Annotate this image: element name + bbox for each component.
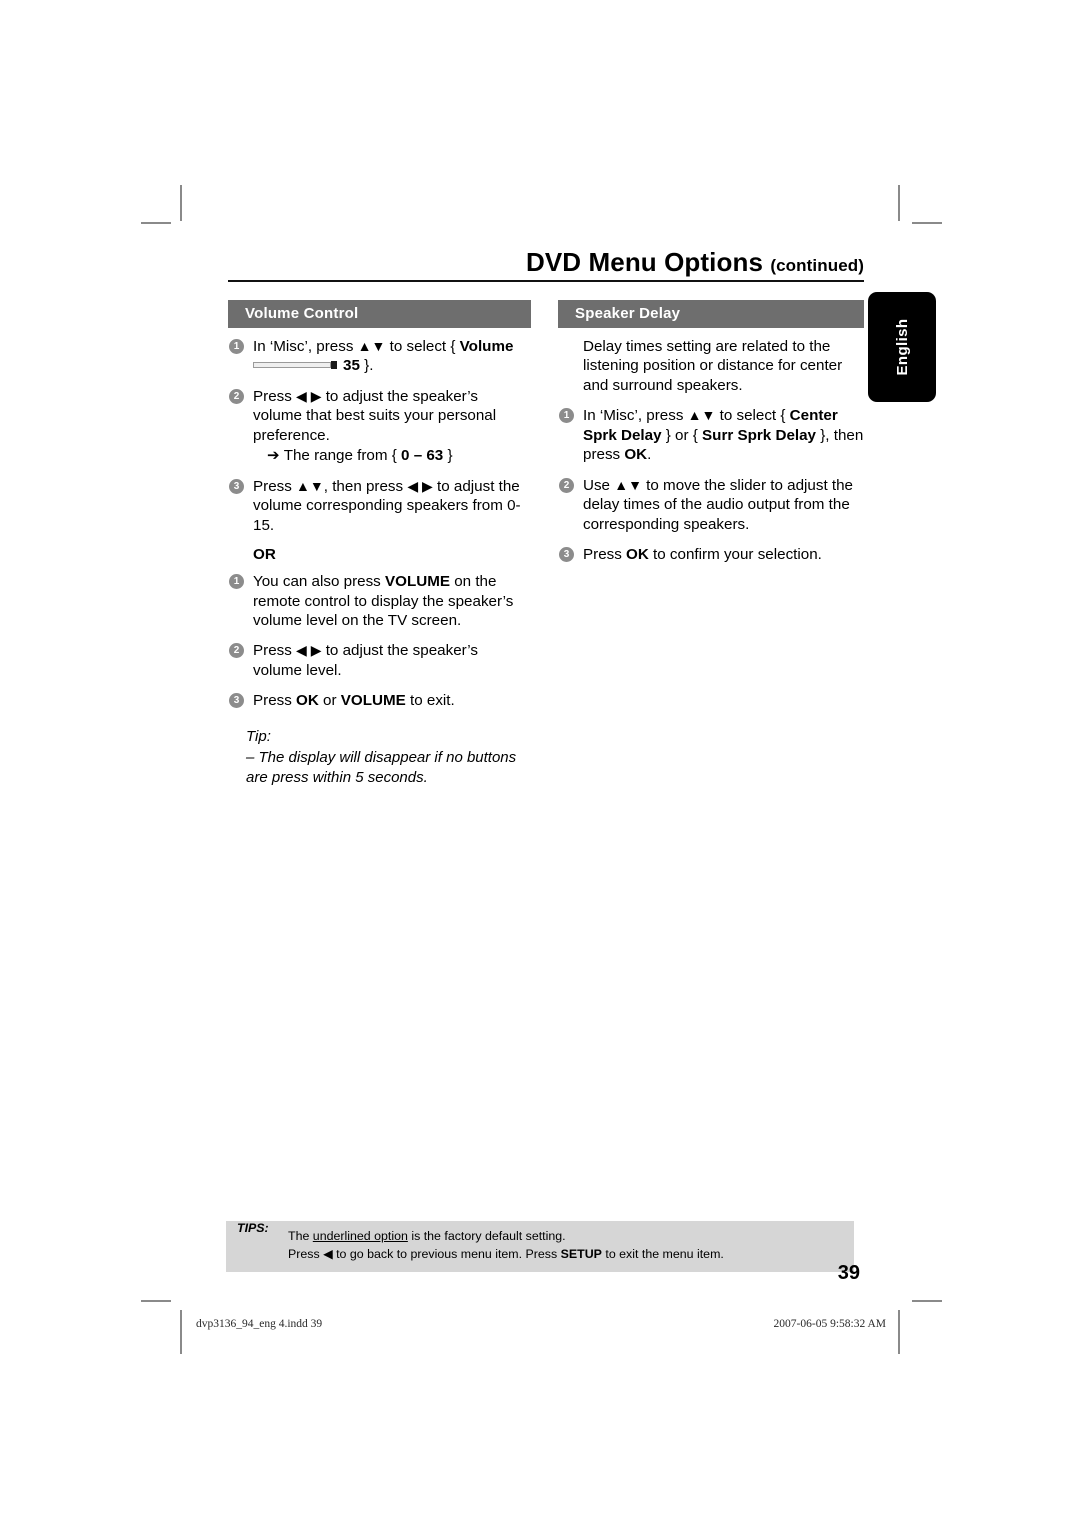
speaker-delay-intro: Delay times setting are related to the l… <box>583 338 843 394</box>
step-text: In ‘Misc’, press <box>253 338 358 355</box>
sub-note-text: The range from { <box>283 447 402 465</box>
crop-mark-bottom-left-horizontal <box>141 1300 171 1302</box>
volume-slider-track <box>253 361 331 368</box>
language-side-tab: English <box>868 292 936 402</box>
step-bold-volume-key: VOLUME <box>385 573 450 591</box>
tips-line-2-text: Press <box>288 1246 324 1261</box>
step-text: Press <box>583 546 627 564</box>
left-right-arrow-icon: ◀ ▶ <box>296 387 322 404</box>
crop-mark-top-right-horizontal <box>912 222 942 224</box>
crop-mark-bottom-right-horizontal <box>912 1300 942 1302</box>
left-right-arrow-icon: ◀ ▶ <box>407 477 433 494</box>
tips-bold-setup-key: SETUP <box>560 1246 602 1261</box>
crop-mark-top-left-horizontal <box>141 222 171 224</box>
list-item: 2 Press ◀ ▶ to adjust the speaker’s volum… <box>228 387 531 466</box>
up-down-arrow-icon: ▲▼ <box>357 338 386 354</box>
tip-block: Tip: – The display will disappear if no … <box>228 727 531 788</box>
tips-line-1: The underlined option is the factory def… <box>226 1228 854 1246</box>
column-right: Speaker Delay Delay times setting are re… <box>558 300 864 576</box>
volume-value: 35 <box>343 357 360 375</box>
step-text: Use <box>583 476 615 494</box>
step-text: You can also press <box>253 573 385 591</box>
tips-line-1-text-end: is the factory default setting. <box>407 1229 566 1243</box>
step-bold-ok-key: OK <box>626 546 649 564</box>
list-item: 2 Press ◀ ▶ to adjust the speaker’s volum… <box>228 641 531 680</box>
step-bold-ok-key: OK <box>624 446 648 464</box>
step-number: 3 <box>229 693 244 709</box>
left-right-arrow-icon: ◀ ▶ <box>296 642 322 659</box>
document-footer: dvp3136_94_eng 4.indd 39 2007-06-05 9:58… <box>196 1318 886 1330</box>
tip-label: Tip: <box>246 727 271 745</box>
list-item: 1 You can also press VOLUME on the remote… <box>228 572 531 630</box>
tips-underlined-option: underlined option <box>312 1229 408 1243</box>
step-text: Press <box>253 477 297 495</box>
step-number: 3 <box>229 478 244 494</box>
step-text-end: . <box>647 446 652 464</box>
step-text: Press <box>253 692 297 710</box>
page-title-main: DVD Menu Options <box>525 247 764 277</box>
sub-note-text-end: } <box>443 447 453 465</box>
step-text: Press <box>253 387 297 405</box>
list-item: 3 Press OK or VOLUME to exit. <box>228 691 531 710</box>
document-timestamp: 2007-06-05 9:58:32 AM <box>773 1318 886 1330</box>
header-rule <box>228 279 864 282</box>
page-title: DVD Menu Options (continued) <box>228 248 864 280</box>
crop-mark-top-left-vertical <box>180 185 182 221</box>
page-header: DVD Menu Options (continued) <box>228 248 864 282</box>
up-down-arrow-icon: ▲▼ <box>296 477 324 494</box>
column-left: Volume Control 1 In ‘Misc’, press ▲▼ to s… <box>228 300 531 787</box>
step-number: 2 <box>229 388 244 404</box>
step-text: In ‘Misc’, press <box>583 407 688 425</box>
step-text-cont: to select { <box>715 407 790 425</box>
crop-mark-bottom-left-vertical <box>180 1310 182 1354</box>
range-value: 0 – 63 <box>401 447 444 465</box>
step-text-end: }. <box>359 357 374 375</box>
step-number: 1 <box>559 408 574 424</box>
step-text-mid: or <box>318 692 341 710</box>
list-item: 3 Press OK to confirm your selection. <box>558 545 864 564</box>
or-divider-label: OR <box>253 546 276 564</box>
step-bold-ok-key: OK <box>296 692 319 710</box>
step-bold-volume-key: VOLUME <box>340 692 406 710</box>
step-number: 2 <box>229 643 244 659</box>
tips-line-2: Press ◀ to go back to previous menu item… <box>226 1246 854 1264</box>
step-bold-volume: Volume <box>459 338 514 355</box>
tips-footer-box: TIPS: The underlined option is the facto… <box>226 1221 854 1272</box>
option-surr-sprk-delay: Surr Sprk Delay <box>702 426 817 444</box>
page-number: 39 <box>837 1262 860 1284</box>
up-down-arrow-icon: ▲▼ <box>614 476 642 493</box>
list-item: 3 Press ▲▼, then press ◀ ▶ to adjust the … <box>228 477 531 535</box>
list-item: 1 In ‘Misc’, press ▲▼ to select { Center … <box>558 406 864 464</box>
tips-line-2-text-mid: to go back to previous menu item. Press <box>332 1246 561 1261</box>
step-number: 1 <box>229 574 244 590</box>
step-number: 2 <box>559 477 574 493</box>
list-item: 1 In ‘Misc’, press ▲▼ to select { Volume … <box>228 337 531 376</box>
step-text-cont: to select { <box>385 338 460 355</box>
step-number: 3 <box>559 547 574 563</box>
tips-line-2-text-end: to exit the menu item. <box>601 1246 724 1261</box>
sub-note: ➔ The range from { 0 – 63 } <box>253 446 531 465</box>
crop-mark-bottom-right-vertical <box>898 1310 900 1354</box>
list-item: 2 Use ▲▼ to move the slider to adjust the… <box>558 476 864 534</box>
page-title-continued: (continued) <box>770 256 864 275</box>
tip-text: – The display will disappear if no butto… <box>246 749 517 786</box>
volume-slider-knob <box>331 360 337 369</box>
step-text-mid: } or { <box>661 426 703 444</box>
step-number: 1 <box>229 339 244 354</box>
document-filename: dvp3136_94_eng 4.indd 39 <box>196 1318 323 1330</box>
step-text-end: to exit. <box>405 692 455 710</box>
step-text-end: to confirm your selection. <box>648 546 822 564</box>
up-down-arrow-icon: ▲▼ <box>687 407 716 424</box>
rightwards-arrow-icon: ➔ <box>267 447 280 465</box>
left-arrow-icon: ◀ <box>323 1246 333 1261</box>
crop-mark-top-right-vertical <box>898 185 900 221</box>
step-text-mid: , then press <box>323 477 408 495</box>
language-side-tab-label: English <box>893 318 911 376</box>
tips-line-1-text: The <box>288 1229 313 1243</box>
section-header-volume-control: Volume Control <box>228 300 531 328</box>
step-text: Press <box>253 642 297 660</box>
section-header-speaker-delay: Speaker Delay <box>558 300 864 328</box>
volume-slider-graphic <box>253 360 339 370</box>
